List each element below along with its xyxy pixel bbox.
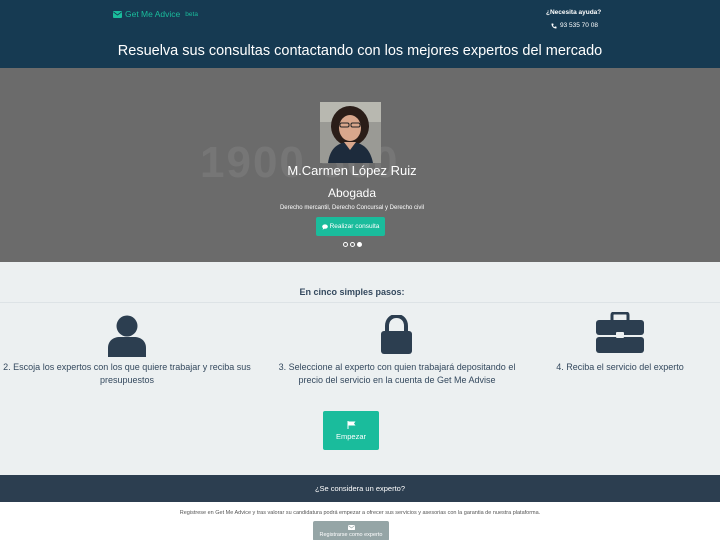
start-button[interactable]: Empezar <box>323 411 379 450</box>
brand-link[interactable]: Get Me Advice beta <box>113 9 198 19</box>
consult-button-label: Realizar consulta <box>329 223 380 230</box>
carousel-dot[interactable] <box>350 242 355 247</box>
carousel-indicators <box>343 242 362 247</box>
consult-button[interactable]: Realizar consulta <box>316 217 385 236</box>
expert-areas: Derecho mercantil, Derecho Concursal y D… <box>279 205 425 211</box>
carousel-dot[interactable] <box>343 242 348 247</box>
expert-question: ¿Se considera un experto? <box>314 484 406 493</box>
register-description: Registrese en Get Me Advice y tras valor… <box>179 510 541 516</box>
phone-contact[interactable]: 93 535 70 08 <box>551 22 598 29</box>
chat-bubble-icon <box>321 223 328 230</box>
step-text: 3. Seleccione al experto con quien traba… <box>278 362 516 385</box>
envelope-icon <box>113 10 122 18</box>
briefcase-icon <box>596 312 644 353</box>
section-divider <box>0 302 720 303</box>
envelope-icon <box>347 525 355 530</box>
step-text: 2. Escoja los expertos con los que quier… <box>3 362 251 385</box>
expert-photo <box>320 102 381 163</box>
step-text: 4. Reciba el servicio del experto <box>556 362 684 372</box>
expert-name: M.Carmen López Ruiz <box>287 163 417 178</box>
steps-title: En cinco simples pasos: <box>299 287 405 297</box>
lock-icon <box>381 315 412 354</box>
start-button-label: Empezar <box>335 431 366 441</box>
phone-icon <box>551 23 557 28</box>
carousel-dot-active[interactable] <box>357 242 362 247</box>
register-button-label: Registrarse como experto <box>319 532 383 538</box>
flag-icon <box>347 420 355 429</box>
page-headline: Resuelva sus consultas contactando con l… <box>117 43 603 59</box>
top-header: Get Me Advice beta ¿Necesita ayuda? 93 5… <box>0 0 720 68</box>
expert-question-band: ¿Se considera un experto? <box>0 475 720 502</box>
register-expert-button[interactable]: Registrarse como experto <box>313 521 389 540</box>
phone-number: 93 535 70 08 <box>560 22 598 29</box>
brand-beta-tag: beta <box>185 10 198 18</box>
expert-role: Abogada <box>327 186 377 200</box>
user-icon <box>108 315 146 357</box>
brand-name: Get Me Advice <box>125 9 181 19</box>
help-title: ¿Necesita ayuda? <box>546 9 602 16</box>
